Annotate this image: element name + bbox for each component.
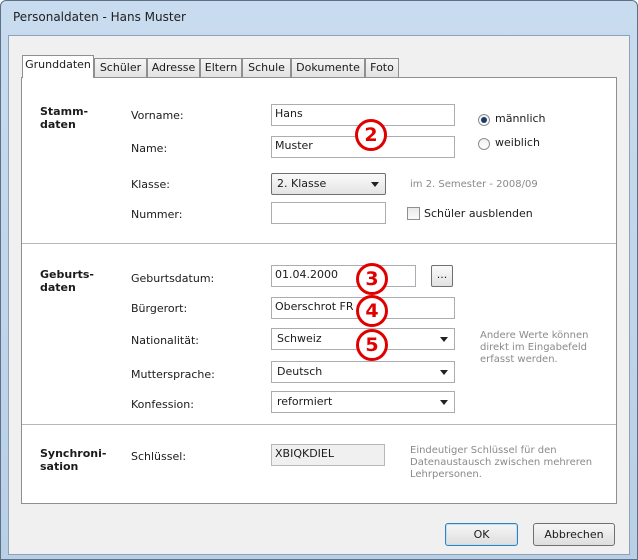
annotation-marker-3: 3: [356, 263, 388, 295]
nummer-field[interactable]: [271, 202, 386, 224]
muttersprache-combobox[interactable]: Deutsch: [271, 361, 455, 383]
section-synchronisation: Synchroni- sation Schlüssel: XBIQKDIEL E…: [22, 425, 616, 503]
nationalitaet-label: Nationalität:: [131, 334, 199, 347]
konfession-label: Konfession:: [131, 398, 194, 411]
geburtsdaten-hint: Andere Werte können direkt im Eingabefel…: [480, 330, 589, 365]
chevron-down-icon: [440, 370, 448, 375]
schluessel-field: XBIQKDIEL: [271, 444, 385, 466]
tab-schueler[interactable]: Schüler: [94, 58, 147, 77]
tab-eltern[interactable]: Eltern: [200, 58, 242, 77]
klasse-dropdown[interactable]: 2. Klasse: [271, 173, 386, 195]
name-label: Name:: [131, 142, 168, 155]
hide-student-checkbox[interactable]: [407, 207, 420, 220]
nummer-label: Nummer:: [131, 208, 183, 221]
nationalitaet-value: Schweiz: [277, 332, 322, 345]
klasse-value: 2. Klasse: [277, 177, 327, 190]
gender-female-radio[interactable]: [478, 138, 490, 150]
muttersprache-value: Deutsch: [277, 365, 323, 378]
tab-foto[interactable]: Foto: [365, 58, 399, 77]
section-heading-geburtsdaten: Geburts- daten: [40, 268, 94, 294]
klasse-hint: im 2. Semester - 2008/09: [410, 179, 538, 190]
gender-female-label[interactable]: weiblich: [495, 136, 540, 149]
ok-button[interactable]: OK: [445, 523, 518, 546]
annotation-marker-2: 2: [355, 119, 387, 151]
hide-student-label[interactable]: Schüler ausblenden: [424, 207, 533, 220]
tab-panel-grunddaten: Stamm- daten Vorname: Hans Name: Muster …: [21, 77, 617, 504]
geburtsdatum-field[interactable]: 01.04.2000: [271, 265, 416, 287]
muttersprache-label: Muttersprache:: [131, 368, 215, 381]
date-picker-button[interactable]: ...: [431, 265, 453, 287]
klasse-label: Klasse:: [131, 178, 170, 191]
annotation-marker-4: 4: [356, 295, 388, 327]
konfession-combobox[interactable]: reformiert: [271, 391, 455, 413]
title-bar[interactable]: Personaldaten - Hans Muster: [1, 1, 637, 35]
schluessel-hint: Eindeutiger Schlüssel für den Datenausta…: [410, 445, 593, 480]
cancel-button[interactable]: Abbrechen: [533, 523, 615, 546]
tab-schule[interactable]: Schule: [242, 58, 291, 77]
window-title: Personaldaten - Hans Muster: [13, 10, 186, 24]
vorname-label: Vorname:: [131, 109, 184, 122]
tab-dokumente[interactable]: Dokumente: [291, 58, 365, 77]
section-heading-stammdaten: Stamm- daten: [40, 105, 89, 131]
section-geburtsdaten: Geburts- daten Geburtsdatum: 01.04.2000 …: [22, 244, 616, 424]
chevron-down-icon: [440, 400, 448, 405]
section-heading-synchronisation: Synchroni- sation: [40, 447, 107, 473]
gender-male-label[interactable]: männlich: [495, 112, 546, 125]
annotation-marker-5: 5: [356, 329, 388, 361]
chevron-down-icon: [371, 182, 379, 187]
geburtsdatum-label: Geburtsdatum:: [131, 272, 215, 285]
chevron-down-icon: [440, 337, 448, 342]
gender-male-radio[interactable]: [478, 114, 490, 126]
schluessel-label: Schlüssel:: [131, 450, 187, 463]
section-stammdaten: Stamm- daten Vorname: Hans Name: Muster …: [22, 78, 616, 243]
konfession-value: reformiert: [277, 395, 333, 408]
buergerort-label: Bürgerort:: [131, 302, 188, 315]
tab-grunddaten[interactable]: Grunddaten: [22, 55, 94, 78]
tab-adresse[interactable]: Adresse: [147, 58, 200, 77]
